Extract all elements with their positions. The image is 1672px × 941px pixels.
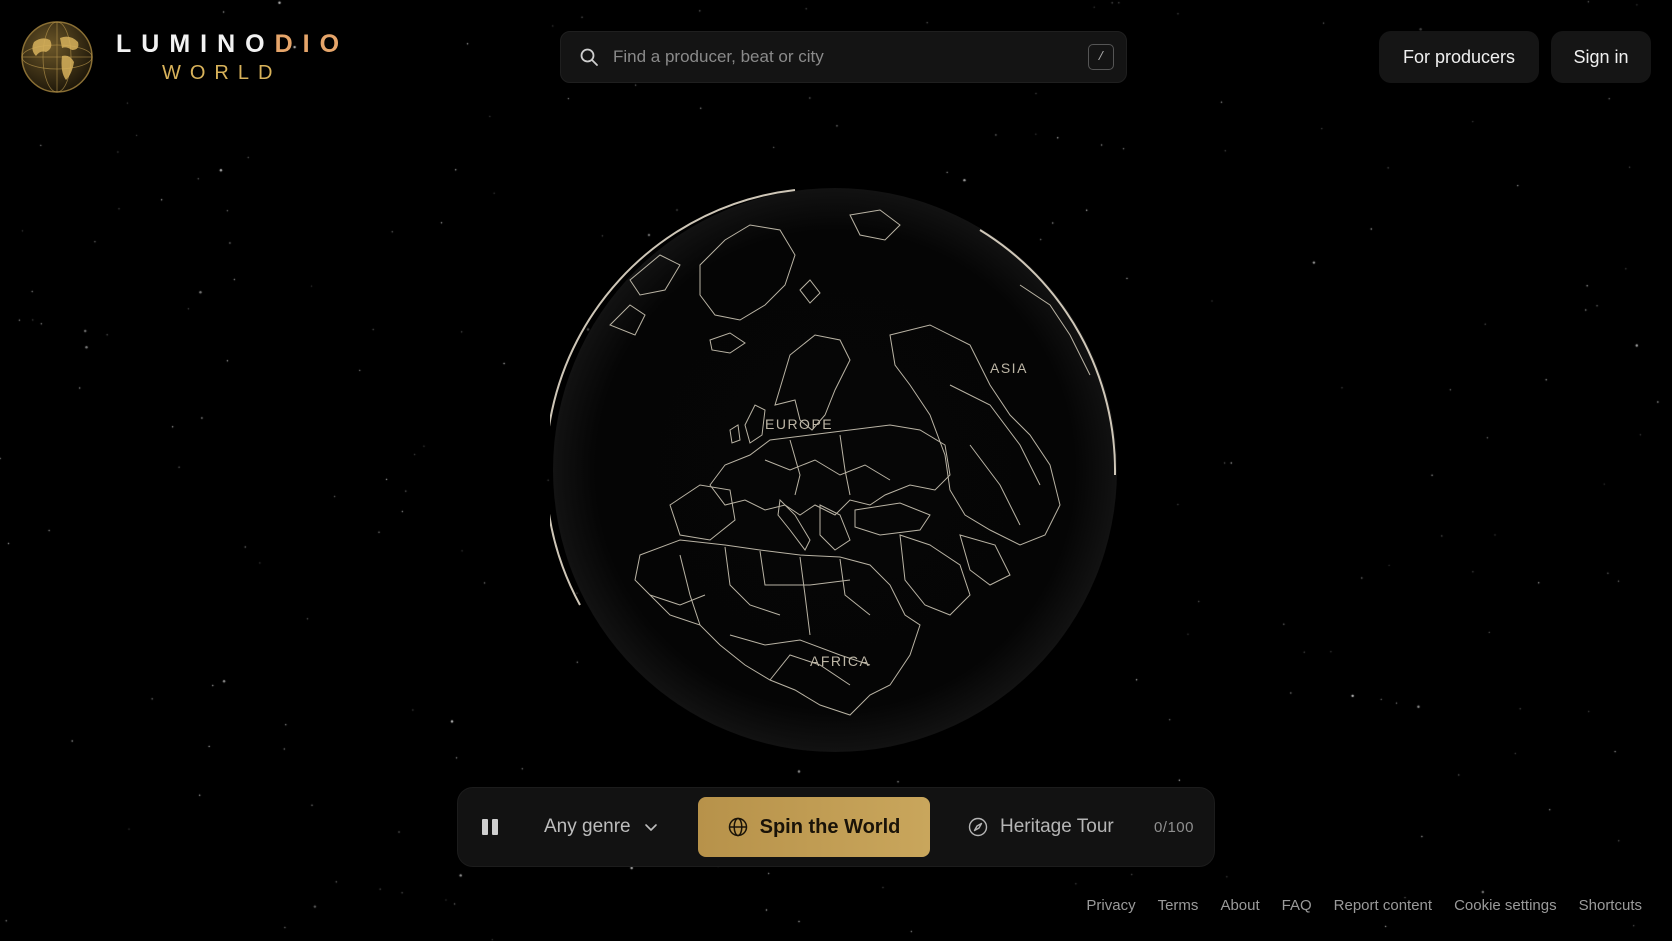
- footer-link-report-content[interactable]: Report content: [1334, 897, 1432, 914]
- label-asia: ASIA: [990, 360, 1028, 376]
- globe-icon: [728, 817, 747, 837]
- spin-label: Spin the World: [759, 815, 901, 838]
- footer-link-shortcuts[interactable]: Shortcuts: [1579, 897, 1642, 914]
- genre-label: Any genre: [544, 816, 631, 837]
- tour-counter: 0/100: [1153, 818, 1194, 836]
- logo[interactable]: LUMINODIO WORLD: [20, 20, 349, 94]
- heritage-tour-button[interactable]: Heritage Tour: [968, 788, 1114, 866]
- pause-icon-bar: [492, 819, 498, 835]
- heritage-label: Heritage Tour: [1000, 816, 1114, 837]
- spin-the-world-button[interactable]: Spin the World: [698, 797, 930, 857]
- label-europe: EUROPE: [765, 416, 833, 432]
- genre-dropdown[interactable]: Any genre: [544, 788, 659, 866]
- pause-icon: [482, 819, 488, 835]
- label-africa: AFRICA: [810, 653, 870, 669]
- control-bar: Any genre Spin the World Heritage Tour 0…: [457, 787, 1215, 867]
- brand-name-accent: DIO: [274, 29, 350, 58]
- globe-map[interactable]: EUROPE ASIA AFRICA: [550, 185, 1120, 755]
- footer-links: Privacy Terms About FAQ Report content C…: [1064, 897, 1642, 914]
- globe-logo-icon: [21, 21, 93, 93]
- search-icon: [580, 48, 598, 66]
- brand-name: LUMINODIO: [116, 29, 350, 58]
- pause-button[interactable]: [478, 816, 504, 840]
- compass-icon: [968, 817, 988, 837]
- brand-name-main: LUMINO: [116, 29, 275, 58]
- sign-in-button[interactable]: Sign in: [1551, 31, 1651, 83]
- footer-link-privacy[interactable]: Privacy: [1086, 897, 1135, 914]
- chevron-down-icon: [644, 824, 657, 831]
- brand-subtitle: WORLD: [162, 61, 282, 84]
- search-input[interactable]: [611, 46, 1088, 68]
- for-producers-button[interactable]: For producers: [1379, 31, 1539, 83]
- search-shortcut-hint: /: [1088, 44, 1114, 70]
- footer-link-cookie-settings[interactable]: Cookie settings: [1454, 897, 1557, 914]
- footer-link-faq[interactable]: FAQ: [1282, 897, 1312, 914]
- search-bar[interactable]: /: [560, 31, 1127, 83]
- footer-link-about[interactable]: About: [1220, 897, 1259, 914]
- footer-link-terms[interactable]: Terms: [1158, 897, 1199, 914]
